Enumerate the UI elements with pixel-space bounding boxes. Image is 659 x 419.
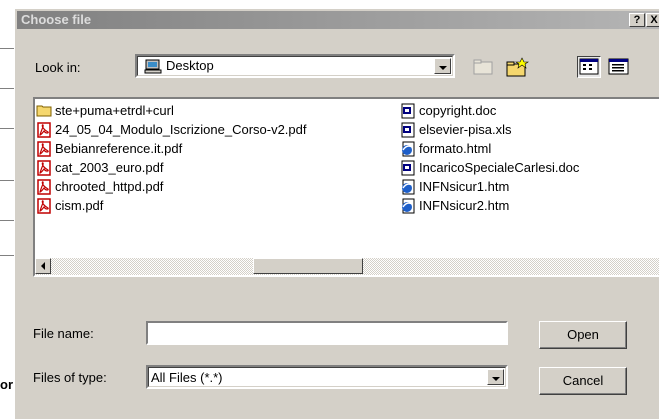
file-column-right: copyright.doc elsevier-pisa.xls formato.ht… bbox=[399, 101, 579, 215]
scroll-left-button[interactable] bbox=[35, 258, 51, 274]
folder-icon bbox=[36, 103, 52, 118]
look-in-label: Look in: bbox=[35, 60, 81, 75]
file-name: elsevier-pisa.xls bbox=[419, 122, 512, 137]
file-name: IncaricoSpecialeCarlesi.doc bbox=[419, 160, 580, 175]
desktop-icon bbox=[144, 59, 162, 74]
chevron-down-icon[interactable] bbox=[434, 58, 451, 74]
file-name: copyright.doc bbox=[419, 103, 497, 118]
file-name: Bebianreference.it.pdf bbox=[55, 141, 183, 156]
help-button[interactable]: ? bbox=[629, 13, 645, 27]
file-item[interactable]: cat_2003_euro.pdf bbox=[35, 158, 307, 177]
background-divider bbox=[0, 255, 14, 256]
file-type-label: Files of type: bbox=[33, 370, 107, 385]
pdf-icon bbox=[36, 141, 52, 157]
new-folder-icon[interactable] bbox=[505, 56, 529, 78]
file-name: INFNsicur2.htm bbox=[419, 198, 510, 213]
background-divider bbox=[0, 128, 14, 129]
pdf-icon bbox=[36, 160, 52, 176]
file-name: formato.html bbox=[419, 141, 492, 156]
file-name-label: File name: bbox=[33, 326, 94, 341]
pdf-icon bbox=[36, 198, 52, 214]
file-type-dropdown[interactable]: All Files (*.*) bbox=[146, 365, 508, 389]
file-item[interactable]: ste+puma+etrdl+curl bbox=[35, 101, 307, 120]
file-name: chrooted_httpd.pdf bbox=[55, 179, 164, 194]
chevron-down-icon[interactable] bbox=[487, 369, 504, 385]
doc-icon bbox=[400, 122, 416, 138]
file-name-input[interactable] bbox=[146, 321, 508, 345]
file-list[interactable]: ste+puma+etrdl+curl 24_05_04_Modulo_Iscri… bbox=[33, 97, 659, 277]
file-name: INFNsicur1.htm bbox=[419, 179, 510, 194]
file-name: cat_2003_euro.pdf bbox=[55, 160, 164, 175]
doc-icon bbox=[400, 160, 416, 176]
html-icon bbox=[400, 141, 416, 157]
choose-file-dialog: Choose file ? X Look in: Desktop ste+pum… bbox=[14, 8, 659, 419]
look-in-dropdown[interactable]: Desktop bbox=[135, 54, 455, 78]
html-icon bbox=[400, 179, 416, 195]
file-type-value: All Files (*.*) bbox=[151, 370, 223, 385]
file-item[interactable]: IncaricoSpecialeCarlesi.doc bbox=[399, 158, 579, 177]
file-item[interactable]: elsevier-pisa.xls bbox=[399, 120, 579, 139]
background-window bbox=[0, 0, 14, 413]
html-icon bbox=[400, 198, 416, 214]
file-item[interactable]: chrooted_httpd.pdf bbox=[35, 177, 307, 196]
file-item[interactable]: formato.html bbox=[399, 139, 579, 158]
cancel-button[interactable]: Cancel bbox=[539, 367, 627, 395]
file-column-left: ste+puma+etrdl+curl 24_05_04_Modulo_Iscri… bbox=[35, 101, 307, 215]
background-divider bbox=[0, 180, 14, 181]
file-item[interactable]: 24_05_04_Modulo_Iscrizione_Corso-v2.pdf bbox=[35, 120, 307, 139]
details-view-icon[interactable] bbox=[607, 56, 631, 78]
background-divider bbox=[0, 88, 14, 89]
background-text: or bbox=[0, 377, 13, 392]
scroll-thumb[interactable] bbox=[253, 258, 363, 274]
doc-icon bbox=[400, 103, 416, 119]
file-name: 24_05_04_Modulo_Iscrizione_Corso-v2.pdf bbox=[55, 122, 307, 137]
background-divider bbox=[0, 220, 14, 221]
horizontal-scrollbar[interactable] bbox=[35, 258, 659, 275]
file-item[interactable]: Bebianreference.it.pdf bbox=[35, 139, 307, 158]
title-bar[interactable]: Choose file ? X bbox=[17, 11, 659, 29]
up-folder-icon[interactable] bbox=[471, 56, 495, 78]
close-button[interactable]: X bbox=[646, 13, 659, 27]
pdf-icon bbox=[36, 122, 52, 138]
file-name: ste+puma+etrdl+curl bbox=[55, 103, 174, 118]
dialog-title: Choose file bbox=[21, 12, 92, 27]
file-item[interactable]: INFNsicur2.htm bbox=[399, 196, 579, 215]
file-item[interactable]: cism.pdf bbox=[35, 196, 307, 215]
background-divider bbox=[0, 48, 14, 49]
file-item[interactable]: INFNsicur1.htm bbox=[399, 177, 579, 196]
file-name: cism.pdf bbox=[55, 198, 104, 213]
pdf-icon bbox=[36, 179, 52, 195]
look-in-value: Desktop bbox=[166, 58, 214, 73]
file-item[interactable]: copyright.doc bbox=[399, 101, 579, 120]
list-view-icon[interactable] bbox=[577, 56, 601, 78]
open-button[interactable]: Open bbox=[539, 321, 627, 349]
